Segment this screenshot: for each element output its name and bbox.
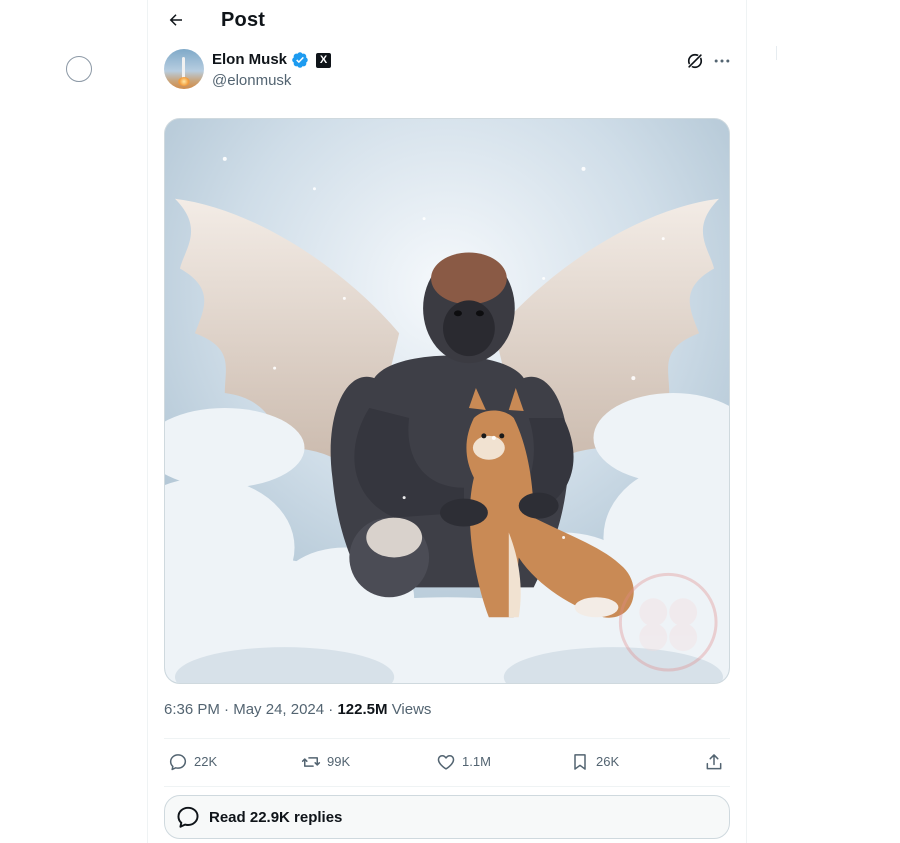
chat-bubble-icon (177, 806, 199, 828)
views-label: Views (391, 701, 432, 718)
views-count: 122.5M (337, 701, 388, 718)
post-image[interactable] (164, 118, 730, 684)
bookmark-button[interactable]: 26K (570, 752, 619, 772)
bookmark-icon (574, 754, 586, 770)
post-date[interactable]: May 24, 2024 (233, 701, 324, 718)
meta-separator: · (224, 701, 230, 718)
share-button[interactable] (704, 752, 724, 772)
reply-button[interactable]: 22K (168, 752, 217, 772)
repost-count: 99K (327, 754, 351, 769)
avatar[interactable] (164, 49, 204, 89)
flame-graphic (178, 77, 190, 86)
rocket-graphic (182, 57, 185, 79)
grok-icon[interactable] (685, 51, 705, 71)
author-handle[interactable]: @elonmusk (212, 72, 291, 90)
reply-icon (169, 754, 187, 771)
like-button[interactable]: 1.1M (436, 752, 491, 772)
author-name-row: Elon Musk X (212, 51, 332, 69)
action-bar: 22K 99K 1.1M 26K (164, 748, 730, 780)
divider (164, 738, 730, 739)
read-replies-label: Read 22.9K replies (209, 808, 343, 826)
back-arrow-icon[interactable] (166, 10, 186, 30)
like-count: 1.1M (462, 754, 491, 769)
post-column: Post Elon Musk X @elonmusk 6:36 PM · May… (147, 0, 747, 843)
post-metadata: 6:36 PM · May 24, 2024 · 122.5M Views (164, 700, 431, 720)
sidebar-divider (776, 46, 777, 60)
more-icon[interactable] (712, 51, 732, 71)
share-icon (706, 754, 722, 770)
repost-button[interactable]: 99K (301, 752, 350, 772)
repost-icon (301, 757, 321, 767)
verified-icon[interactable] (291, 51, 309, 69)
reply-count: 22K (194, 754, 218, 769)
gorilla-angel-illustration (165, 119, 729, 683)
compose-circle-icon[interactable] (66, 56, 92, 82)
divider (164, 786, 730, 787)
page-title: Post (221, 9, 266, 30)
read-replies-button[interactable]: Read 22.9K replies (164, 795, 730, 839)
x-logo-icon[interactable]: X (316, 52, 332, 68)
post-author: Elon Musk X @elonmusk (164, 49, 724, 93)
post-time[interactable]: 6:36 PM (164, 701, 220, 718)
bookmark-count: 26K (596, 754, 620, 769)
meta-separator: · (328, 701, 334, 718)
author-name[interactable]: Elon Musk (212, 51, 287, 69)
post-header: Post (148, 0, 748, 36)
like-icon (437, 755, 455, 770)
